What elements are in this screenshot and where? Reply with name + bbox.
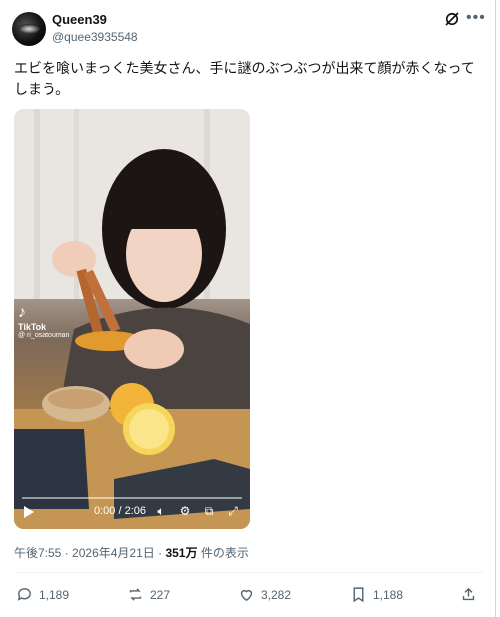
avatar[interactable] — [12, 12, 46, 46]
fullscreen-icon[interactable]: ⤢ — [226, 504, 240, 518]
share-icon — [462, 587, 475, 601]
views-label: 件の表示 — [200, 546, 249, 560]
settings-gear-icon[interactable]: ⚙︎ — [178, 504, 192, 518]
like-count: 3,282 — [261, 587, 292, 602]
grok-icon[interactable] — [443, 10, 461, 28]
repost-count: 227 — [150, 587, 171, 602]
repost-button[interactable]: 227 — [127, 586, 170, 603]
video-progress-bar[interactable] — [22, 497, 242, 499]
video-time: 0:00 / 2:06 — [94, 505, 146, 517]
picture-in-picture-icon[interactable]: ⧉ — [202, 504, 216, 518]
video-player[interactable]: ♪ TikTok @ ri_osatouman 0:00 / 2:06 🔈︎ ⚙… — [14, 109, 250, 529]
tweet-text-line: しまう。 — [14, 81, 70, 97]
more-options-icon[interactable]: ••• — [466, 9, 486, 27]
avatar-image — [18, 24, 40, 34]
tweet-text-line: エビを喰いまっくた美女さん、手に謎のぶつぶつが出来て顔が赤くなって — [14, 60, 475, 76]
bookmark-icon — [353, 587, 364, 603]
heart-icon — [240, 589, 253, 602]
user-name[interactable]: Queen39 — [52, 12, 107, 27]
tweet-card: Queen39 @quee3935548 ••• エビを喰いまっくた美女さん、手… — [0, 0, 496, 617]
tweet-text: エビを喰いまっくた美女さん、手に謎のぶつぶつが出来て顔が赤くなって しまう。 — [14, 58, 484, 100]
reply-icon — [17, 588, 31, 601]
tweet-date[interactable]: 2026年4月21日 — [72, 546, 155, 560]
play-icon[interactable] — [24, 506, 34, 518]
tweet-time[interactable]: 午後7:55 — [14, 546, 61, 560]
video-controls: 0:00 / 2:06 🔈︎ ⚙︎ ⧉ ⤢ — [14, 493, 250, 529]
user-handle[interactable]: @quee3935548 — [52, 30, 138, 44]
tiktok-watermark: ♪ TikTok @ ri_osatouman — [18, 304, 78, 339]
tiktok-username: @ ri_osatouman — [18, 332, 70, 339]
repost-icon — [129, 588, 142, 601]
like-button[interactable]: 3,282 — [238, 586, 291, 603]
meta-separator: · — [64, 546, 73, 560]
tiktok-brand: TikTok — [18, 322, 47, 332]
bookmark-count: 1,188 — [373, 587, 404, 602]
views-count: 351万 — [165, 546, 198, 560]
bookmark-button[interactable]: 1,188 — [350, 586, 403, 603]
reply-count: 1,189 — [39, 587, 70, 602]
tweet-meta: 午後7:55 · 2026年4月21日 · 351万 件の表示 — [14, 544, 249, 561]
tiktok-logo-icon: ♪ — [18, 304, 26, 321]
reply-button[interactable]: 1,189 — [16, 586, 69, 603]
divider — [14, 572, 484, 573]
share-button[interactable] — [460, 586, 477, 603]
volume-icon[interactable]: 🔈︎ — [154, 504, 168, 518]
